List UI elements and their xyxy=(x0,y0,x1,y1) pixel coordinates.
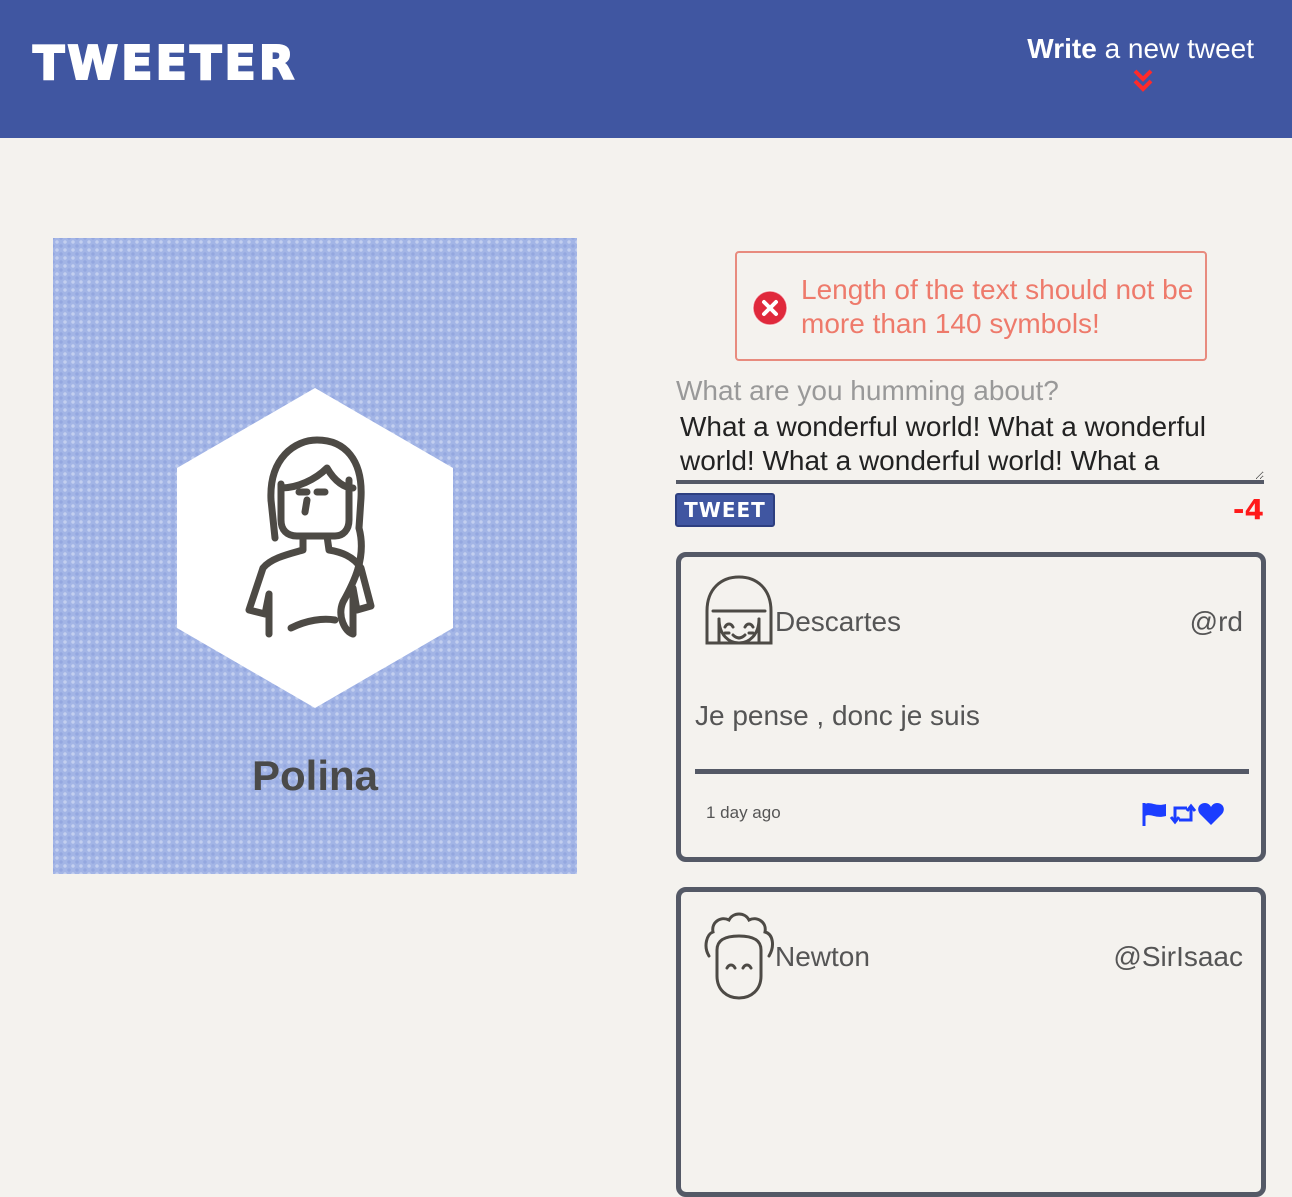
char-counter: -4 xyxy=(1232,493,1264,526)
tweet-input[interactable]: What a wonderful world! What a wonderful… xyxy=(676,410,1264,484)
write-tweet-toggle-bold: Write xyxy=(1027,33,1097,64)
retweet-icon[interactable] xyxy=(1169,801,1197,827)
site-header: TWEETER Write a new tweet xyxy=(0,0,1292,138)
newton-avatar-icon xyxy=(704,912,774,1000)
flag-icon[interactable] xyxy=(1141,801,1169,827)
tweet-author-name: Newton xyxy=(775,941,870,972)
error-x-icon xyxy=(752,290,788,326)
tweet-time: 1 day ago xyxy=(706,803,781,822)
tweet-button[interactable]: TWEET xyxy=(675,493,775,527)
tweet-actions xyxy=(1141,801,1225,829)
error-message: Length of the text should not be more th… xyxy=(735,251,1207,361)
girl-avatar-icon xyxy=(177,388,453,708)
tweet-author-name: Descartes xyxy=(775,606,902,637)
write-tweet-toggle[interactable]: Write a new tweet xyxy=(1027,32,1254,66)
heart-icon[interactable] xyxy=(1197,801,1225,827)
descartes-avatar-icon xyxy=(705,575,773,645)
tweet-card: Descartes @rd Je pense , donc je suis 1 … xyxy=(676,552,1266,862)
tweet-author-handle: @rd xyxy=(1189,606,1243,637)
site-logo[interactable]: TWEETER xyxy=(32,37,297,89)
double-chevron-down-icon[interactable] xyxy=(1132,68,1154,94)
compose-label: What are you humming about? xyxy=(676,375,1059,406)
tweet-divider xyxy=(695,769,1249,774)
tweet-content: Je pense , donc je suis xyxy=(695,700,980,731)
tweet-author-handle: @SirIsaac xyxy=(1113,941,1243,972)
tweet-card: Newton @SirIsaac xyxy=(676,887,1266,1197)
write-tweet-toggle-rest: a new tweet xyxy=(1096,33,1254,64)
profile-name: Polina xyxy=(251,752,379,799)
profile-card: Polina xyxy=(53,238,577,874)
error-text: Length of the text should not be more th… xyxy=(801,274,1194,339)
